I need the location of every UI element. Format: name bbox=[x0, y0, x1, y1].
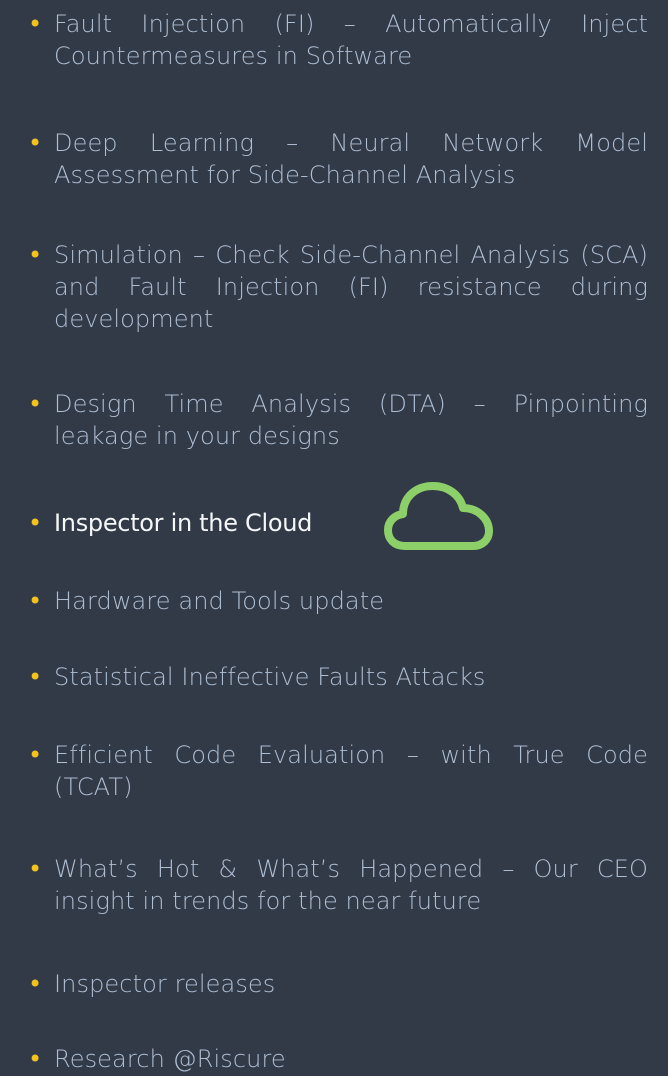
agenda-item-label: Deep Learning – Neural Network Model Ass… bbox=[54, 129, 648, 189]
agenda-item-inspector-releases[interactable]: • Inspector releases bbox=[28, 968, 648, 1000]
bullet-icon: • bbox=[28, 663, 43, 691]
cloud-icon bbox=[383, 480, 493, 560]
agenda-item-label: Research @Riscure bbox=[54, 1045, 286, 1073]
agenda-list: • Fault Injection (FI) – Automatically I… bbox=[0, 0, 668, 1076]
bullet-icon: • bbox=[28, 390, 43, 418]
agenda-item-efficient-code[interactable]: • Efficient Code Evaluation – with True … bbox=[28, 739, 648, 803]
agenda-item-label: Hardware and Tools update bbox=[54, 587, 385, 615]
agenda-item-label: Fault Injection (FI) – Automatically Inj… bbox=[54, 10, 648, 70]
agenda-item-label: Efficient Code Evaluation – with True Co… bbox=[54, 741, 648, 801]
agenda-item-inspector-cloud[interactable]: • Inspector in the Cloud bbox=[28, 507, 368, 539]
agenda-item-whats-hot[interactable]: • What’s Hot & What’s Happened – Our CEO… bbox=[28, 853, 648, 917]
bullet-icon: • bbox=[28, 509, 43, 537]
agenda-item-deep-learning[interactable]: • Deep Learning – Neural Network Model A… bbox=[28, 127, 648, 191]
bullet-icon: • bbox=[28, 855, 43, 883]
agenda-item-label: Inspector in the Cloud bbox=[54, 509, 313, 537]
agenda-item-label: What’s Hot & What’s Happened – Our CEO i… bbox=[54, 855, 648, 915]
bullet-icon: • bbox=[28, 970, 43, 998]
agenda-item-label: Statistical Ineffective Faults Attacks bbox=[54, 663, 486, 691]
agenda-item-fault-injection[interactable]: • Fault Injection (FI) – Automatically I… bbox=[28, 8, 648, 72]
agenda-item-hardware-tools[interactable]: • Hardware and Tools update bbox=[28, 585, 648, 617]
agenda-item-simulation[interactable]: • Simulation – Check Side-Channel Analys… bbox=[28, 239, 648, 335]
bullet-icon: • bbox=[28, 1045, 43, 1073]
bullet-icon: • bbox=[28, 587, 43, 615]
bullet-icon: • bbox=[28, 241, 43, 269]
agenda-item-statistical-faults[interactable]: • Statistical Ineffective Faults Attacks bbox=[28, 661, 648, 693]
bullet-icon: • bbox=[28, 129, 43, 157]
agenda-item-design-time-analysis[interactable]: • Design Time Analysis (DTA) – Pinpointi… bbox=[28, 388, 648, 452]
agenda-item-label: Inspector releases bbox=[54, 970, 276, 998]
bullet-icon: • bbox=[28, 10, 43, 38]
bullet-icon: • bbox=[28, 741, 43, 769]
agenda-item-label: Design Time Analysis (DTA) – Pinpointing… bbox=[54, 390, 648, 450]
agenda-item-label: Simulation – Check Side-Channel Analysis… bbox=[54, 241, 648, 333]
agenda-item-research[interactable]: • Research @Riscure bbox=[28, 1043, 648, 1075]
